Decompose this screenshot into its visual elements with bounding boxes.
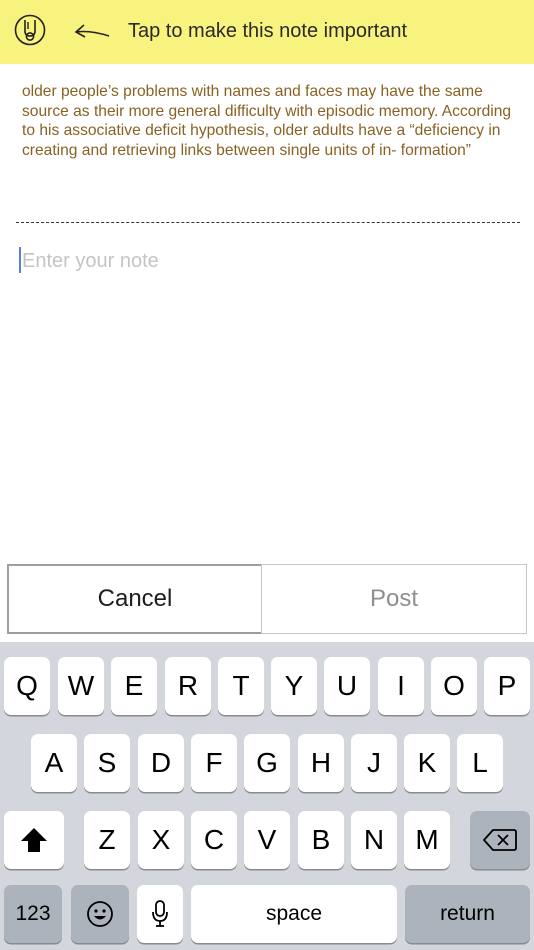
text-caret — [19, 247, 21, 273]
action-buttons: Cancel Post — [7, 564, 527, 636]
key-h[interactable]: H — [298, 734, 344, 792]
note-input[interactable] — [18, 244, 522, 278]
microphone-key[interactable] — [137, 885, 183, 943]
backspace-icon — [483, 828, 517, 852]
backspace-key[interactable] — [470, 811, 530, 869]
key-c[interactable]: C — [191, 811, 237, 869]
return-key[interactable]: return — [405, 885, 530, 943]
key-f[interactable]: F — [191, 734, 237, 792]
key-e[interactable]: E — [111, 657, 157, 715]
key-y[interactable]: Y — [271, 657, 317, 715]
key-s[interactable]: S — [84, 734, 130, 792]
key-l[interactable]: L — [457, 734, 503, 792]
key-p[interactable]: P — [484, 657, 530, 715]
key-q[interactable]: Q — [4, 657, 50, 715]
keyboard: Q W E R T Y U I O P A S D F G H J K L Z … — [0, 642, 534, 950]
key-i[interactable]: I — [378, 657, 424, 715]
key-r[interactable]: R — [165, 657, 211, 715]
key-b[interactable]: B — [298, 811, 344, 869]
shift-key[interactable] — [4, 811, 64, 869]
key-v[interactable]: V — [244, 811, 290, 869]
cancel-button[interactable]: Cancel — [7, 564, 263, 634]
key-j[interactable]: J — [351, 734, 397, 792]
key-a[interactable]: A — [31, 734, 77, 792]
key-o[interactable]: O — [431, 657, 477, 715]
post-button[interactable]: Post — [261, 564, 527, 634]
key-d[interactable]: D — [138, 734, 184, 792]
key-g[interactable]: G — [244, 734, 290, 792]
highlighted-quote: older people’s problems with names and f… — [22, 83, 512, 159]
microphone-icon — [150, 899, 170, 929]
key-x[interactable]: X — [138, 811, 184, 869]
key-n[interactable]: N — [351, 811, 397, 869]
space-key[interactable]: space — [191, 885, 397, 943]
key-z[interactable]: Z — [84, 811, 130, 869]
banner-text: Tap to make this note important — [128, 20, 408, 42]
key-m[interactable]: M — [404, 811, 450, 869]
key-k[interactable]: K — [404, 734, 450, 792]
numbers-key[interactable]: 123 — [4, 885, 62, 943]
shift-icon — [19, 826, 49, 854]
key-u[interactable]: U — [324, 657, 370, 715]
key-t[interactable]: T — [218, 657, 264, 715]
emoji-key[interactable] — [71, 885, 129, 943]
important-banner[interactable]: Tap to make this note important — [0, 0, 534, 64]
marker-badge-icon[interactable] — [14, 14, 46, 46]
emoji-icon — [86, 900, 114, 928]
left-arrow-icon — [74, 22, 112, 42]
key-w[interactable]: W — [58, 657, 104, 715]
dashed-divider — [16, 222, 520, 223]
